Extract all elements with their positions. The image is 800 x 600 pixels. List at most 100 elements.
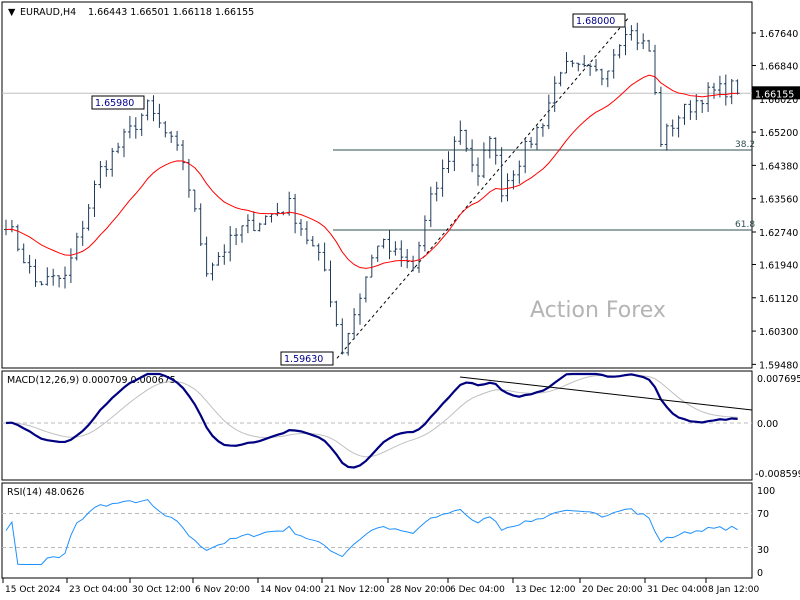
price-tick-label: 1.64380 [759,161,798,172]
price-bar [68,248,73,284]
price-bar [4,219,8,236]
price-bar [316,243,321,261]
time-tick-label: 14 Nov 04:00 [260,585,321,595]
price-bar [428,186,433,228]
price-tick-label: 1.63560 [759,195,798,206]
collapse-triangle-icon[interactable]: ▼ [8,7,16,18]
price-bar [27,254,32,274]
price-bar [393,241,398,256]
macd-title: MACD(12,26,9) 0.000709 0.000675 [7,375,176,386]
price-bar [57,275,62,288]
price-bar [706,82,711,112]
price-bar [122,128,126,158]
price-bar [670,119,675,137]
price-bar [328,260,333,308]
price-bar [240,225,244,243]
price-bar [245,214,250,234]
price-bar [641,33,646,50]
price-bar [605,70,610,88]
price-bar [381,238,386,249]
price-bar [446,151,451,173]
price-bar [104,160,109,177]
price-bar [192,189,197,212]
price-bar [299,218,303,236]
time-tick-label: 6 Dec 04:00 [450,585,505,595]
trading-chart[interactable]: ▼ EURAUD,H4 1.66443 1.66501 1.66118 1.66… [0,0,800,600]
price-bar [570,60,575,68]
price-label: 1.68000 [576,16,615,27]
price-bar [576,62,581,72]
price-bar [322,242,327,272]
time-tick-label: 8 Jan 12:00 [708,585,760,595]
price-bar [682,103,687,125]
price-bar [540,123,545,137]
price-bar [694,94,699,121]
price-bar [116,142,121,154]
price-bar [735,79,740,95]
price-bar [234,228,239,246]
price-bar [175,130,180,151]
price-bar [387,230,392,260]
price-bar [422,215,427,252]
price-bar [499,147,504,203]
price-bar [228,226,233,262]
rsi-line [5,499,738,565]
price-bar [411,255,416,272]
rsi-title: RSI(14) 48.0626 [7,487,84,498]
price-bar [80,220,85,246]
rsi-axis-0: 0 [757,568,763,579]
price-tick-label: 1.61940 [759,260,798,271]
price-bar [139,113,144,136]
price-bar [340,318,345,355]
price-bar [729,78,734,105]
time-tick-label: 6 Nov 20:00 [195,585,250,595]
price-bar [405,249,410,269]
price-bar [700,99,705,113]
price-bar [564,52,569,74]
macd-main-line [5,372,738,469]
time-tick-label: 15 Oct 2024 [5,585,61,595]
rsi-axis-70: 70 [757,509,769,520]
ohlc-readout: 1.66443 1.66501 1.66118 1.66155 [88,7,254,18]
time-tick-label: 21 Nov 12:00 [324,585,385,595]
price-tick-label: 1.66840 [759,61,798,72]
price-bar [517,160,522,184]
price-bar [623,27,628,56]
price-bar [39,281,44,286]
price-bar [222,244,227,265]
price-bar [263,215,268,225]
price-bar [440,159,445,197]
price-tick-label: 1.60300 [759,327,798,338]
price-bar [588,63,593,76]
price-bar [594,59,598,72]
price-bar [98,160,103,189]
macd-panel [1,370,753,481]
price-bar [352,308,357,340]
price-bar [63,266,67,289]
price-bar [476,157,480,186]
macd-axis-top: 0.007695 [757,374,800,385]
price-bar [216,252,221,266]
price-bar [163,121,168,138]
price-bar [375,245,380,263]
price-bar [664,123,669,151]
price-bar [275,202,280,217]
price-bar [529,137,534,149]
price-bar [434,181,439,202]
price-bar [127,115,132,139]
price-bar [676,115,681,138]
price-bar [133,117,138,139]
macd-trendline [459,376,753,411]
price-bar [15,224,20,252]
price-bar [688,100,693,120]
price-bar [181,139,185,171]
price-bar [399,240,404,267]
price-bar [251,211,256,232]
price-bar [92,180,97,218]
price-bar [257,222,262,232]
price-tick-label: 1.61120 [759,294,798,305]
macd-axis-bottom: -0.008599 [755,469,800,480]
price-bar [74,232,79,261]
price-bar [110,147,115,177]
price-bar [464,129,469,152]
